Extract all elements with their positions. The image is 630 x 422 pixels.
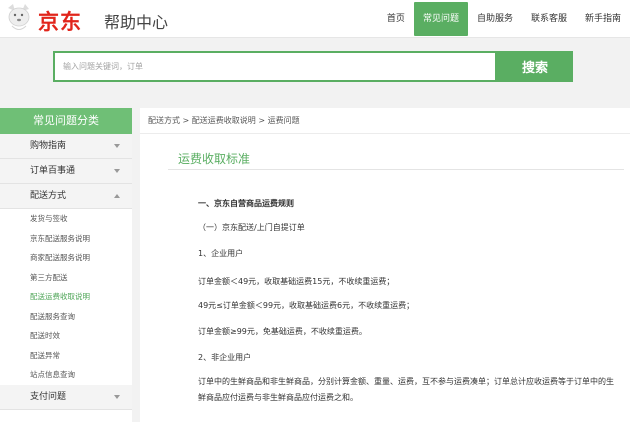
title-divider bbox=[168, 169, 624, 170]
rule-text: 订单金额＜49元，收取基础运费15元，不收续重运费； bbox=[198, 277, 395, 286]
sidebar-subitem[interactable]: 站点信息查询 bbox=[0, 365, 132, 385]
sidebar-heading: 常见问题分类 bbox=[0, 108, 132, 134]
breadcrumb[interactable]: 配送方式 > 配送运费收取说明 > 运费问题 bbox=[140, 108, 630, 134]
sidebar-category-payment[interactable]: 支付问题 bbox=[0, 384, 132, 410]
sidebar-category-orders[interactable]: 订单百事通 bbox=[0, 159, 132, 184]
nav-contact-support[interactable]: 联系客服 bbox=[522, 0, 576, 38]
chevron-down-icon bbox=[114, 169, 120, 173]
search-input[interactable] bbox=[55, 53, 495, 80]
sidebar-category-shopping-guide[interactable]: 购物指南 bbox=[0, 134, 132, 159]
rule-text: 订单金额≥99元，免基础运费，不收续重运费。 bbox=[198, 327, 367, 336]
sidebar-subitem[interactable]: 发货与签收 bbox=[0, 209, 132, 229]
sidebar-subitem-active[interactable]: 配送运费收取说明 bbox=[0, 287, 132, 307]
nav-self-service[interactable]: 自助服务 bbox=[468, 0, 522, 38]
nav-home[interactable]: 首页 bbox=[378, 0, 414, 38]
paragraph-text: 订单中的生鲜商品和非生鲜商品，分别计算金额、重量、运费，互不参与运费凑单；订单总… bbox=[198, 377, 614, 402]
sub-heading: （一）京东配送/上门自提订单 bbox=[198, 223, 305, 232]
search-band: 搜索 bbox=[0, 39, 630, 99]
search-box bbox=[53, 51, 497, 82]
item-non-enterprise-user: 2、非企业用户 bbox=[198, 353, 252, 362]
nav-beginner-guide[interactable]: 新手指南 bbox=[576, 0, 630, 38]
sidebar-category-label: 配送方式 bbox=[30, 191, 67, 201]
sidebar-subitem[interactable]: 第三方配送 bbox=[0, 267, 132, 287]
chevron-down-icon bbox=[114, 144, 120, 148]
sidebar-subitem[interactable]: 配送服务查询 bbox=[0, 306, 132, 326]
sidebar-subitem[interactable]: 配送时效 bbox=[0, 326, 132, 346]
sidebar: 常见问题分类 购物指南 订单百事通 配送方式 发货与签收 京东配送服务说明 商家… bbox=[0, 108, 132, 422]
sidebar-subitem[interactable]: 配送异常 bbox=[0, 345, 132, 365]
item-enterprise-user: 1、企业用户 bbox=[198, 249, 244, 258]
top-header: 京东 帮助中心 首页 常见问题 自助服务 联系客服 新手指南 bbox=[0, 0, 630, 38]
top-nav: 首页 常见问题 自助服务 联系客服 新手指南 bbox=[378, 0, 630, 38]
chevron-up-icon bbox=[114, 194, 120, 198]
sidebar-subitem[interactable]: 京东配送服务说明 bbox=[0, 228, 132, 248]
content-title: 运费收取标准 bbox=[178, 152, 251, 166]
sidebar-category-label: 购物指南 bbox=[30, 141, 67, 151]
sidebar-subitem[interactable]: 商家配送服务说明 bbox=[0, 248, 132, 268]
search-button[interactable]: 搜索 bbox=[497, 51, 573, 82]
sidebar-category-delivery[interactable]: 配送方式 bbox=[0, 184, 132, 209]
rule-text: 49元≤订单金额＜99元，收取基础运费6元，不收续重运费； bbox=[198, 301, 415, 310]
sidebar-category-label: 支付问题 bbox=[30, 391, 67, 402]
jd-logo-text[interactable]: 京东 bbox=[38, 6, 82, 36]
main-content: 配送方式 > 配送运费收取说明 > 运费问题 运费收取标准 一、京东自营商品运费… bbox=[140, 108, 630, 422]
jd-dog-logo-icon[interactable] bbox=[4, 2, 32, 34]
site-title: 帮助中心 bbox=[104, 13, 169, 32]
nav-faq[interactable]: 常见问题 bbox=[413, 2, 468, 36]
chevron-down-icon bbox=[114, 394, 120, 399]
sidebar-category-label: 订单百事通 bbox=[30, 166, 76, 176]
section-heading: 一、京东自营商品运费规则 bbox=[198, 199, 294, 208]
